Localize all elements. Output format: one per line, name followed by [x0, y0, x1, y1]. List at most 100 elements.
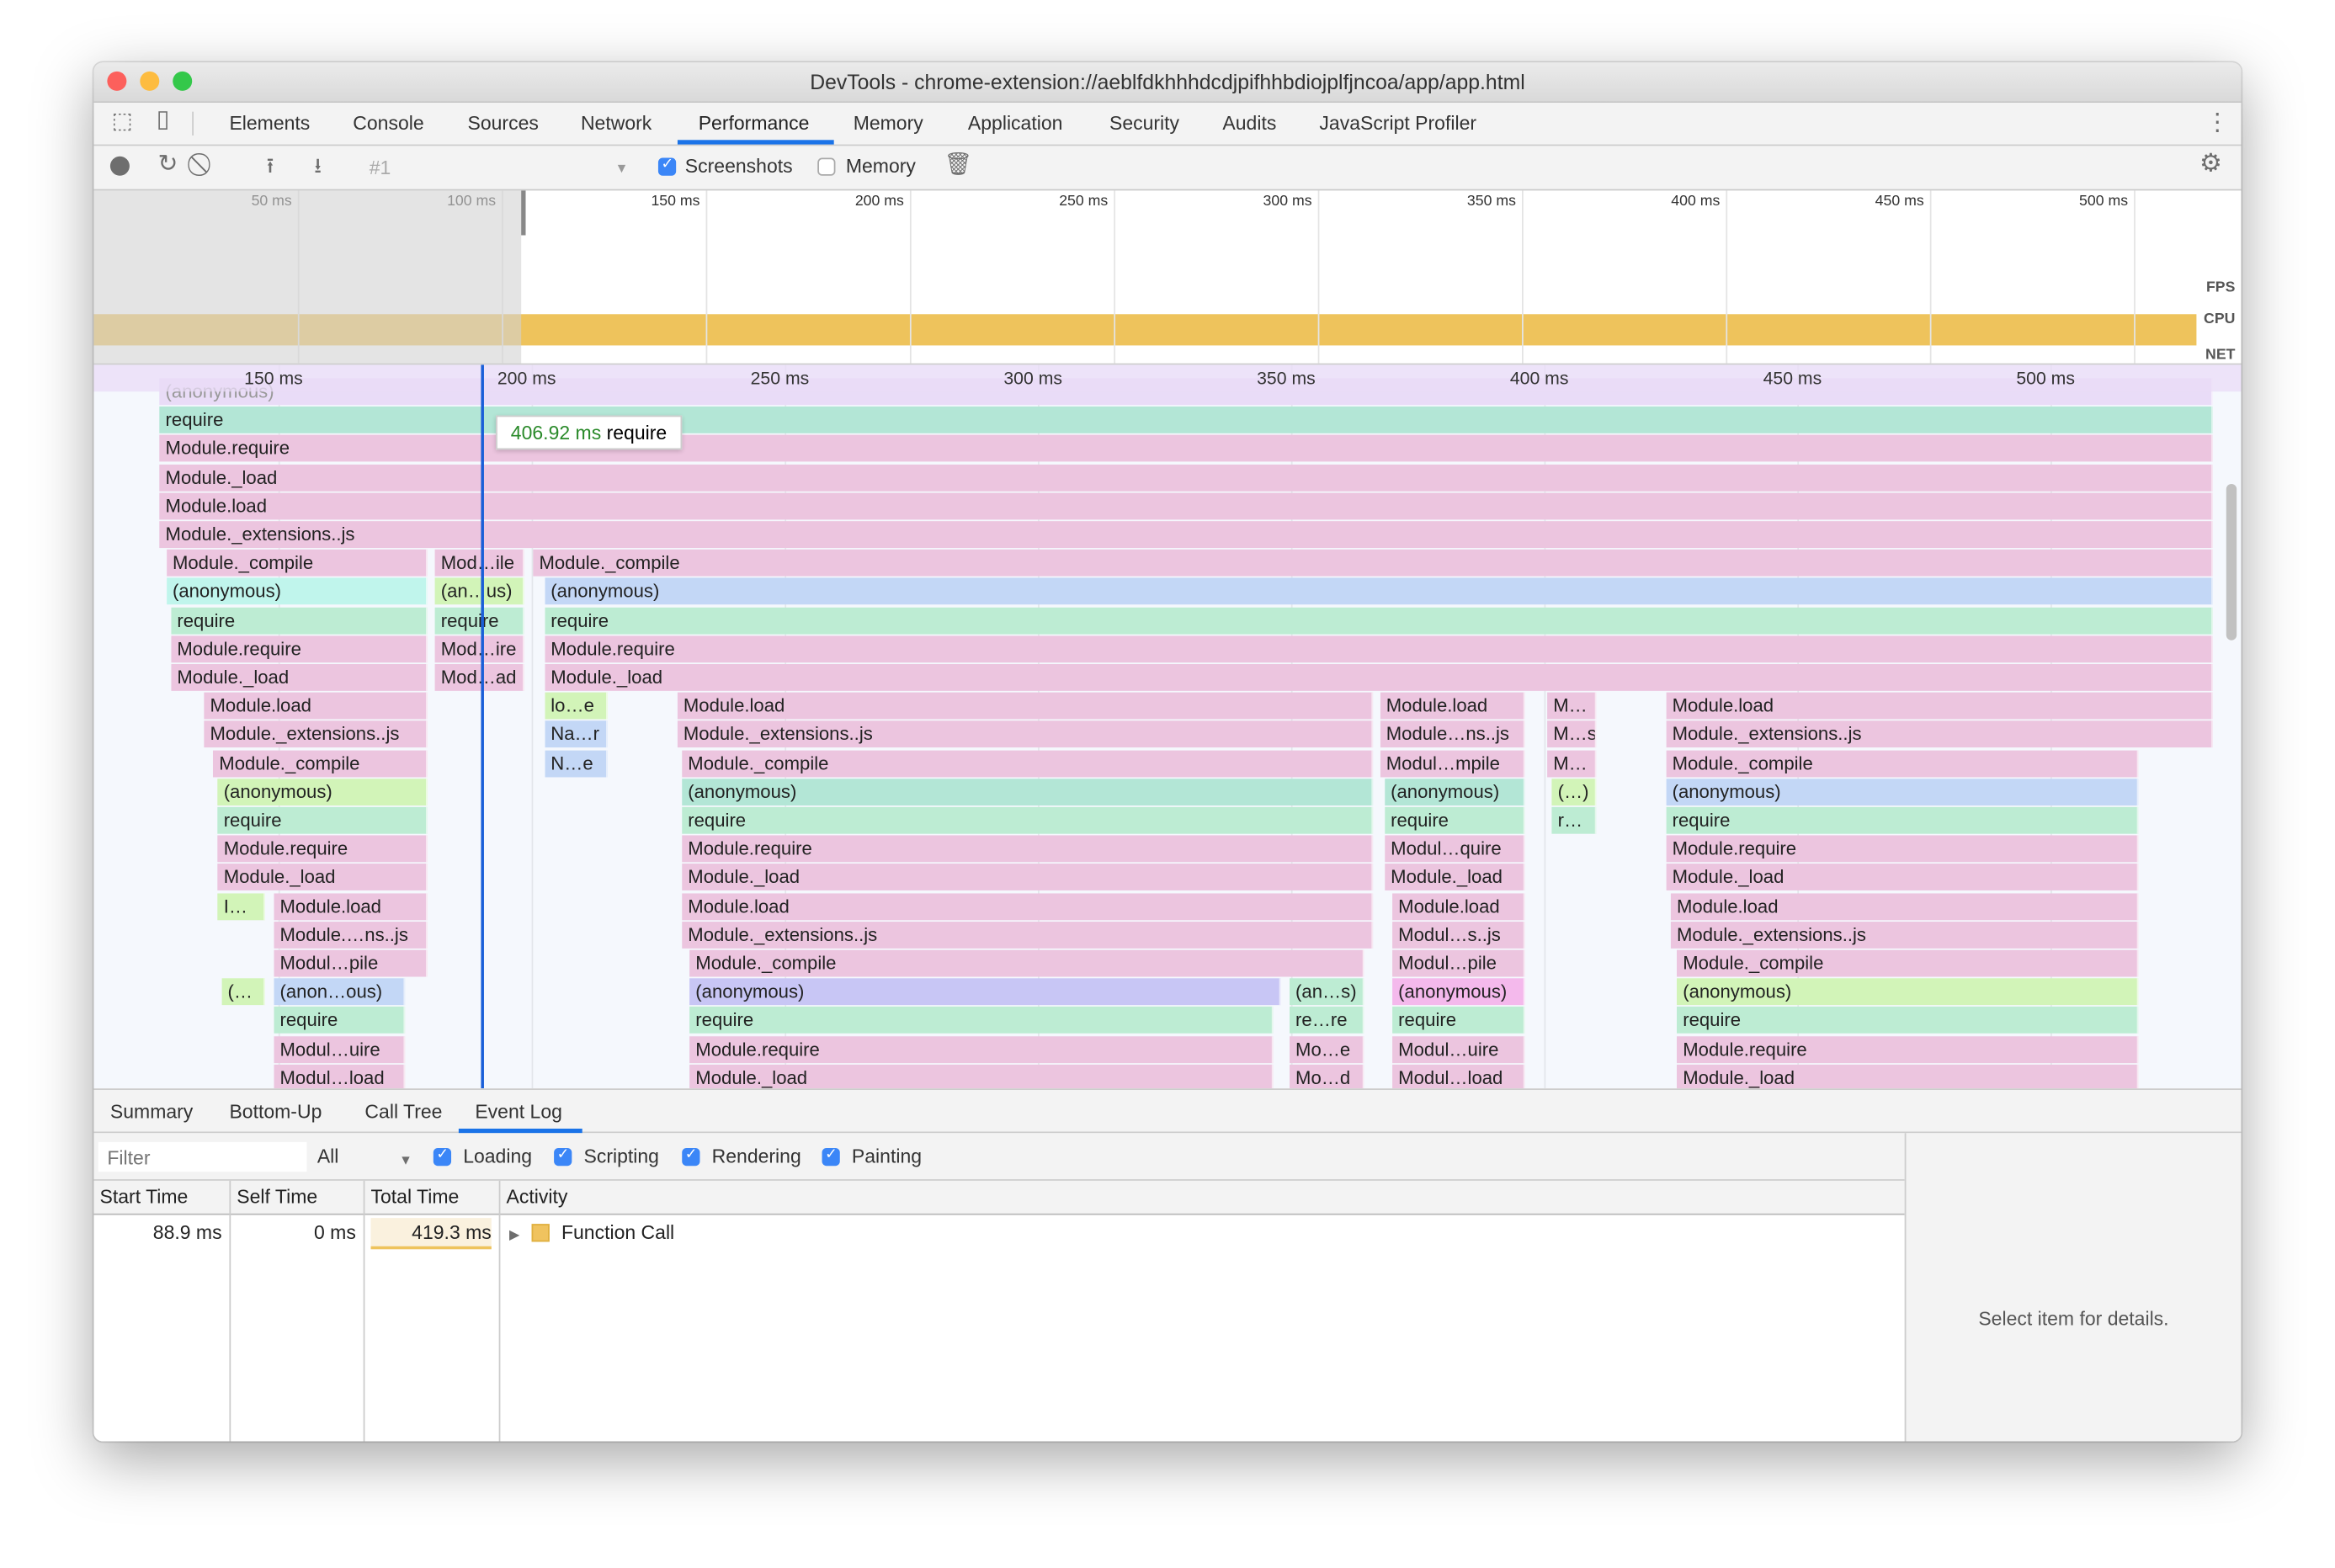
flame-block[interactable]: Module.require — [545, 635, 2214, 662]
flame-block[interactable]: Module._extensions..js — [159, 521, 2214, 549]
flame-block[interactable]: Module.require — [217, 835, 428, 863]
flame-block[interactable]: Module._load — [1666, 864, 2139, 891]
flame-block[interactable]: M… — [1547, 692, 1597, 720]
flame-block[interactable]: (anonymous) — [1385, 778, 1525, 805]
flame-block[interactable]: (anonymous) — [166, 578, 428, 605]
flame-block[interactable]: Module._compile — [166, 550, 428, 577]
download-icon[interactable]: ⭳ — [314, 155, 322, 176]
tab-event-log[interactable]: Event Log — [475, 1100, 562, 1123]
flame-block[interactable]: require — [689, 1007, 1274, 1034]
column-total-time[interactable]: Total Time — [371, 1185, 460, 1208]
filter-input[interactable] — [98, 1141, 307, 1172]
flame-block[interactable]: Mo…e — [1289, 1035, 1364, 1063]
flame-block[interactable]: Modul…uire — [1392, 1035, 1525, 1063]
flame-block[interactable]: Module._compile — [533, 550, 2214, 577]
flame-block[interactable]: Module._load — [1385, 864, 1525, 891]
flame-block[interactable]: Na…r — [545, 720, 608, 748]
flame-block[interactable]: require — [1385, 806, 1525, 834]
flame-block[interactable]: Module.load — [1666, 692, 2214, 720]
flame-block[interactable]: require — [1677, 1007, 2139, 1034]
flame-block[interactable]: Module._compile — [689, 949, 1364, 977]
chevron-down-icon[interactable]: ▼ — [615, 158, 629, 179]
flame-block[interactable]: Module._compile — [1677, 949, 2139, 977]
rendering-checkbox[interactable] — [682, 1146, 700, 1167]
flame-block[interactable]: M… — [1547, 749, 1597, 777]
expand-arrow-icon[interactable]: ▶ — [509, 1224, 519, 1245]
flame-block[interactable]: M…s — [1547, 720, 1597, 748]
flame-block[interactable]: (anonymous) — [217, 778, 428, 805]
flame-block[interactable]: r… — [1551, 806, 1597, 834]
flame-block[interactable]: Modul…pile — [274, 949, 428, 977]
flame-block[interactable]: Modul…quire — [1385, 835, 1525, 863]
flame-block[interactable]: Module._compile — [1666, 749, 2139, 777]
flame-block[interactable]: require — [682, 806, 1374, 834]
tab-security[interactable]: Security — [1109, 112, 1179, 135]
flame-block[interactable]: Mod…ad — [434, 664, 524, 691]
flame-block[interactable]: (anonymous) — [682, 778, 1374, 805]
flame-block[interactable]: (an…s) — [1289, 978, 1364, 1006]
flame-block[interactable]: Module._extensions..js — [204, 720, 428, 748]
flame-block[interactable]: Modul…load — [274, 1064, 406, 1089]
flame-block[interactable]: Module._load — [689, 1064, 1274, 1089]
flame-block[interactable]: require — [1666, 806, 2139, 834]
trash-icon[interactable]: 🗑 — [944, 153, 973, 176]
flame-block[interactable]: require — [171, 607, 428, 634]
flame-block[interactable]: Modul…s..js — [1392, 921, 1525, 949]
column-activity[interactable]: Activity — [506, 1185, 567, 1208]
flame-block[interactable]: Module._compile — [213, 749, 428, 777]
column-start-time[interactable]: Start Time — [100, 1185, 189, 1208]
tab-elements[interactable]: Elements — [229, 112, 310, 135]
flame-block[interactable]: Module.load — [682, 892, 1374, 920]
flame-block[interactable]: Module.require — [1677, 1035, 2139, 1063]
flame-block[interactable]: Module._extensions..js — [682, 921, 1374, 949]
more-options-icon[interactable]: ⋮ — [2205, 111, 2229, 135]
flame-block[interactable]: Module.load — [1380, 692, 1525, 720]
flame-block[interactable]: Mod…ile — [434, 550, 524, 577]
flame-block[interactable]: (anonymous) — [1392, 978, 1525, 1006]
flame-block[interactable]: Module.…ns..js — [274, 921, 428, 949]
flame-block[interactable]: (anonymous) — [689, 978, 1281, 1006]
flame-block[interactable]: Mod…ire — [434, 635, 524, 662]
flame-block[interactable]: Module._extensions..js — [1666, 720, 2214, 748]
gear-icon[interactable]: ⚙ — [2199, 151, 2222, 176]
flame-block[interactable]: require — [1392, 1007, 1525, 1034]
flame-block[interactable]: require — [545, 607, 2214, 634]
flame-block[interactable]: require — [434, 607, 524, 634]
loading-checkbox[interactable] — [433, 1146, 452, 1167]
timeline-overview[interactable]: FPS CPU NET 50 ms100 ms150 ms200 ms250 m… — [93, 190, 2242, 365]
tab-performance[interactable]: Performance — [699, 112, 810, 135]
tab-summary[interactable]: Summary — [110, 1100, 193, 1123]
flame-block[interactable]: Module.require — [682, 835, 1374, 863]
flame-block[interactable]: Module.require — [689, 1035, 1274, 1063]
flame-block[interactable]: (anonymous) — [1677, 978, 2139, 1006]
reload-icon[interactable]: ↻ — [158, 152, 178, 176]
recording-select[interactable]: #1 — [370, 157, 391, 179]
column-self-time[interactable]: Self Time — [237, 1185, 317, 1208]
flame-block[interactable]: Mo…d — [1289, 1064, 1364, 1089]
flame-block[interactable]: Module._load — [159, 464, 2214, 492]
flame-block[interactable]: require — [217, 806, 428, 834]
flame-scrollbar[interactable] — [2226, 483, 2237, 640]
scripting-checkbox[interactable] — [554, 1146, 572, 1167]
inspect-element-icon[interactable]: ⬚ — [112, 110, 133, 133]
chevron-down-icon[interactable]: ▼ — [399, 1150, 412, 1171]
flame-block[interactable]: Module.require — [1666, 835, 2139, 863]
device-toolbar-icon[interactable]: ▯ — [157, 108, 170, 131]
flame-block[interactable]: lo…e — [545, 692, 608, 720]
tab-application[interactable]: Application — [968, 112, 1063, 135]
tab-console[interactable]: Console — [353, 112, 423, 135]
flame-block[interactable]: (anonymous) — [1666, 778, 2139, 805]
flame-block[interactable]: Module._load — [682, 864, 1374, 891]
tab-memory[interactable]: Memory — [854, 112, 923, 135]
flame-block[interactable]: Module.load — [159, 492, 2214, 520]
flame-block[interactable]: Module._load — [545, 664, 2214, 691]
selection-handle[interactable] — [521, 190, 526, 236]
flame-block[interactable]: Module._extensions..js — [677, 720, 1374, 748]
flame-block[interactable]: N…e — [545, 749, 608, 777]
flame-block[interactable]: Module.load — [677, 692, 1374, 720]
painting-checkbox[interactable] — [822, 1146, 840, 1167]
flame-block[interactable]: I… — [217, 892, 266, 920]
tab-network[interactable]: Network — [581, 112, 652, 135]
flame-block[interactable]: Modul…mpile — [1380, 749, 1525, 777]
flame-block[interactable]: Module._load — [171, 664, 428, 691]
